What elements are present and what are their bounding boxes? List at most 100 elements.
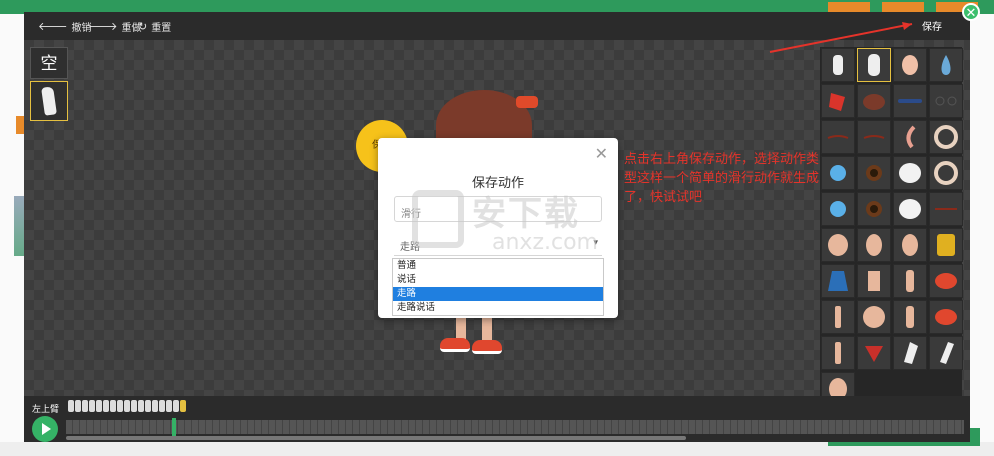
- part-cell[interactable]: [893, 300, 927, 334]
- dialog-close-icon[interactable]: ✕: [595, 144, 608, 163]
- keyframe[interactable]: [68, 400, 74, 412]
- play-button[interactable]: [32, 416, 58, 442]
- leg-icon: [835, 306, 841, 328]
- option-walk[interactable]: 走路: [393, 287, 603, 301]
- part-empty[interactable]: 空: [30, 47, 68, 79]
- part-cell[interactable]: [893, 228, 927, 262]
- arm-shape-icon: [940, 342, 954, 364]
- character-leg-left: [456, 316, 466, 340]
- part-cell[interactable]: [893, 48, 927, 82]
- timeline-scrollbar[interactable]: [66, 436, 686, 440]
- left-thumbnail[interactable]: [14, 196, 24, 256]
- hand-icon: [902, 55, 918, 75]
- keyframe[interactable]: [166, 400, 172, 412]
- part-cell[interactable]: [821, 228, 855, 262]
- keyframe[interactable]: [152, 400, 158, 412]
- undo-button[interactable]: 🡐 撤销: [38, 18, 92, 34]
- brow-icon: [827, 135, 849, 139]
- face-icon: [899, 163, 921, 183]
- part-cell[interactable]: [929, 120, 963, 154]
- part-cell[interactable]: [857, 156, 891, 190]
- keyframe[interactable]: [89, 400, 95, 412]
- keyframe[interactable]: [159, 400, 165, 412]
- part-cell[interactable]: [893, 192, 927, 226]
- watermark-title: 安下载: [472, 194, 580, 234]
- keyframe[interactable]: [117, 400, 123, 412]
- part-cell[interactable]: [893, 84, 927, 118]
- part-cell[interactable]: [893, 120, 927, 154]
- timeline-part-label: 左上臂: [32, 405, 60, 415]
- close-icon[interactable]: ✕: [962, 3, 980, 21]
- part-cell[interactable]: [857, 336, 891, 370]
- character-shoe-right: [472, 340, 502, 354]
- timeline-track[interactable]: [66, 420, 964, 434]
- mouth-icon: [935, 208, 957, 210]
- keyframe[interactable]: [75, 400, 81, 412]
- shoe-icon: [935, 273, 957, 289]
- keyframe-active[interactable]: [180, 400, 186, 412]
- part-cell[interactable]: [857, 192, 891, 226]
- part-cell[interactable]: [893, 264, 927, 298]
- character-bow: [516, 96, 538, 108]
- keyframe-strip[interactable]: [68, 400, 186, 412]
- redo-icon: 🡒: [88, 21, 118, 33]
- face-icon: [899, 199, 921, 219]
- eye-icon: [866, 165, 882, 181]
- part-cell[interactable]: [821, 192, 855, 226]
- hip-icon: [863, 306, 885, 328]
- part-cell[interactable]: [857, 228, 891, 262]
- leg-icon: [835, 342, 841, 364]
- keyframe[interactable]: [138, 400, 144, 412]
- part-cell[interactable]: [893, 156, 927, 190]
- action-type-options: 普通 说话 走路 走路说话: [392, 258, 604, 316]
- part-cell[interactable]: [821, 336, 855, 370]
- option-walk-talk[interactable]: 走路说话: [393, 301, 603, 315]
- part-cell[interactable]: [929, 192, 963, 226]
- keyframe[interactable]: [124, 400, 130, 412]
- part-cell[interactable]: [821, 300, 855, 334]
- eye-icon: [866, 201, 882, 217]
- body-icon: [868, 271, 880, 291]
- keyframe[interactable]: [82, 400, 88, 412]
- part-cell[interactable]: [821, 156, 855, 190]
- save-button[interactable]: 保存: [922, 18, 942, 33]
- part-upper-arm[interactable]: [30, 81, 68, 121]
- keyframe[interactable]: [131, 400, 137, 412]
- part-cell[interactable]: [821, 84, 855, 118]
- part-cell[interactable]: [929, 336, 963, 370]
- part-cell[interactable]: [929, 300, 963, 334]
- part-cell[interactable]: [821, 264, 855, 298]
- tail-icon: [906, 125, 916, 149]
- part-cell[interactable]: [857, 84, 891, 118]
- timeline: 左上臂: [24, 396, 970, 442]
- keyframe[interactable]: [96, 400, 102, 412]
- part-cell[interactable]: [857, 264, 891, 298]
- part-cell[interactable]: [929, 228, 963, 262]
- part-cell[interactable]: [821, 120, 855, 154]
- part-cell[interactable]: [821, 48, 855, 82]
- keyframe[interactable]: [173, 400, 179, 412]
- part-cell[interactable]: [893, 336, 927, 370]
- skirt-icon: [828, 271, 848, 291]
- tutorial-annotation: 点击右上角保存动作，选择动作类型这样一个简单的滑行动作就生成了，快试试吧: [624, 152, 820, 205]
- arm-shape-icon: [868, 54, 880, 76]
- keyframe[interactable]: [103, 400, 109, 412]
- reset-button[interactable]: ↻ 重置: [138, 18, 171, 34]
- redo-button[interactable]: 🡒 重做: [88, 18, 142, 34]
- part-cell[interactable]: [929, 84, 963, 118]
- option-talk[interactable]: 说话: [393, 273, 603, 287]
- part-cell[interactable]: [929, 156, 963, 190]
- playhead[interactable]: [172, 418, 176, 436]
- reset-icon: ↻: [138, 20, 148, 33]
- part-cell-selected[interactable]: [857, 48, 891, 82]
- ear-icon: [866, 234, 882, 256]
- shirt-icon: [937, 234, 955, 256]
- part-cell[interactable]: [929, 264, 963, 298]
- keyframe[interactable]: [110, 400, 116, 412]
- part-cell[interactable]: [929, 48, 963, 82]
- ring-icon: [934, 125, 958, 149]
- keyframe[interactable]: [145, 400, 151, 412]
- part-cell[interactable]: [857, 300, 891, 334]
- part-cell[interactable]: [857, 120, 891, 154]
- undo-icon: 🡐: [38, 21, 68, 33]
